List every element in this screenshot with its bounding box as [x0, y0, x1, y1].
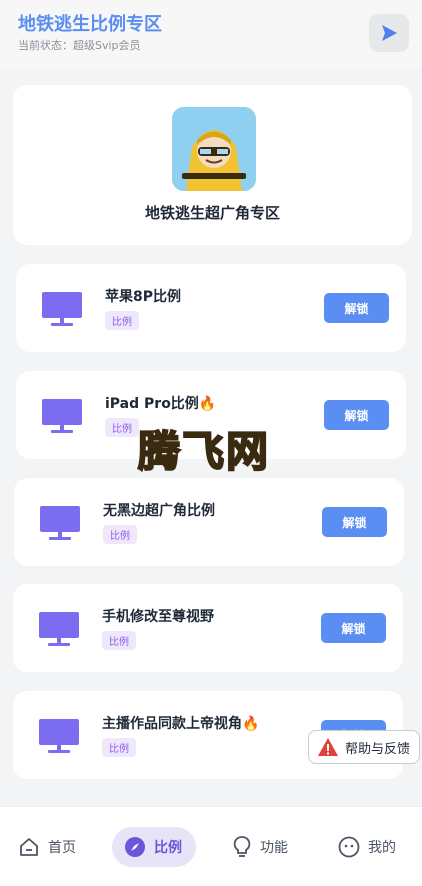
play-icon [382, 25, 397, 41]
play-button[interactable] [369, 14, 409, 52]
nav-home[interactable]: 首页 [18, 827, 76, 867]
card-title: 无黑边超广角比例 [103, 503, 215, 519]
help-feedback-label: 帮助与反馈 [345, 741, 411, 757]
nav-profile[interactable]: 我的 [338, 827, 396, 867]
monitor-icon [42, 399, 82, 433]
bottom-navigation: 首页 比例 功能 我的 [0, 806, 422, 886]
nav-ratio-label: 比例 [154, 840, 182, 856]
nav-features[interactable]: 功能 [232, 827, 288, 867]
help-feedback-button[interactable]: 帮助与反馈 [308, 730, 420, 764]
watermark-text: 腾飞网 [137, 426, 271, 477]
nav-features-label: 功能 [260, 840, 288, 856]
category-tag: 比例 [102, 738, 136, 757]
category-tag: 比例 [102, 631, 136, 650]
card-title: 苹果8P比例 [105, 289, 182, 305]
lightbulb-icon [233, 836, 251, 857]
membership-status: 当前状态：超级Svip会员 [18, 39, 141, 52]
ratio-card: 手机修改至尊视野 比例 解锁 [13, 584, 403, 672]
home-icon [20, 838, 38, 856]
nav-profile-label: 我的 [368, 840, 396, 856]
monitor-icon [39, 719, 79, 753]
nav-home-label: 首页 [48, 840, 76, 856]
ratio-card: 无黑边超广角比例 比例 解锁 [14, 478, 404, 566]
ratio-card: 苹果8P比例 比例 解锁 [16, 264, 406, 352]
category-tag: 比例 [103, 525, 137, 544]
card-title: iPad Pro比例🔥 [105, 396, 217, 412]
card-title: 手机修改至尊视野 [102, 609, 214, 625]
unlock-button[interactable]: 解锁 [324, 400, 389, 430]
compass-icon [125, 837, 145, 857]
unlock-button[interactable]: 解锁 [321, 613, 386, 643]
monitor-icon [42, 292, 82, 326]
warning-icon [318, 738, 338, 756]
app-header: 地铁逃生比例专区 当前状态：超级Svip会员 [0, 0, 422, 70]
monitor-icon [39, 612, 79, 646]
page-title: 地铁逃生比例专区 [18, 14, 162, 35]
game-character-image [172, 107, 256, 191]
card-title: 主播作品同款上帝视角🔥 [102, 716, 260, 732]
face-icon [338, 836, 360, 858]
hero-card: 地铁逃生超广角专区 [13, 85, 412, 245]
unlock-button[interactable]: 解锁 [324, 293, 389, 323]
unlock-button[interactable]: 解锁 [322, 507, 387, 537]
category-tag: 比例 [105, 418, 139, 437]
hero-title: 地铁逃生超广角专区 [144, 204, 280, 222]
monitor-icon [40, 506, 80, 540]
category-tag: 比例 [105, 311, 139, 330]
nav-ratio[interactable]: 比例 [112, 827, 196, 867]
